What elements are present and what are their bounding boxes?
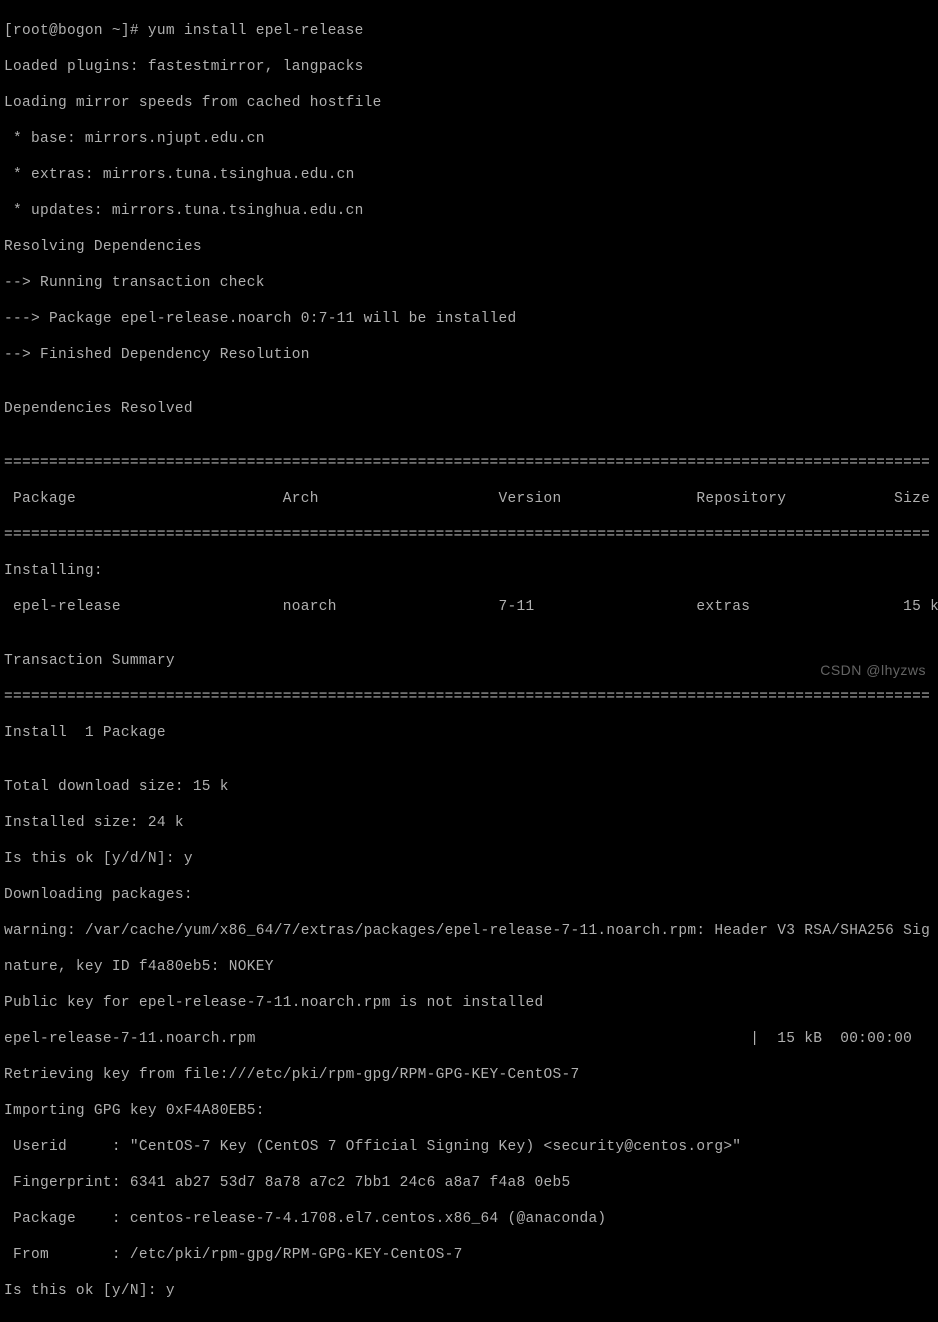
terminal-line: Transaction Summary [4,652,934,670]
terminal-line: Loaded plugins: fastestmirror, langpacks [4,58,934,76]
terminal-line: Package Arch Version Repository Size [4,490,934,508]
terminal-line: Is this ok [y/d/N]: y [4,850,934,868]
terminal-line: Resolving Dependencies [4,238,934,256]
terminal-line: ========================================… [4,454,934,472]
terminal-line: * updates: mirrors.tuna.tsinghua.edu.cn [4,202,934,220]
terminal-line: Public key for epel-release-7-11.noarch.… [4,994,934,1012]
terminal-line: Downloading packages: [4,886,934,904]
terminal-line: Fingerprint: 6341 ab27 53d7 8a78 a7c2 7b… [4,1174,934,1192]
terminal-line: epel-release noarch 7-11 extras 15 k [4,598,934,616]
terminal-line: Total download size: 15 k [4,778,934,796]
terminal-line: epel-release-7-11.noarch.rpm | 15 kB 00:… [4,1030,934,1048]
terminal-output[interactable]: [root@bogon ~]# yum install epel-release… [0,0,938,1322]
watermark-text: CSDN @lhyzws [820,661,926,679]
terminal-line: Installing: [4,562,934,580]
terminal-line: nature, key ID f4a80eb5: NOKEY [4,958,934,976]
terminal-line: Importing GPG key 0xF4A80EB5: [4,1102,934,1120]
terminal-line: From : /etc/pki/rpm-gpg/RPM-GPG-KEY-Cent… [4,1246,934,1264]
terminal-line: * base: mirrors.njupt.edu.cn [4,130,934,148]
terminal-line: [root@bogon ~]# yum install epel-release [4,22,934,40]
terminal-line: Loading mirror speeds from cached hostfi… [4,94,934,112]
terminal-line: * extras: mirrors.tuna.tsinghua.edu.cn [4,166,934,184]
terminal-line: --> Finished Dependency Resolution [4,346,934,364]
terminal-line: Install 1 Package [4,724,934,742]
terminal-line: Dependencies Resolved [4,400,934,418]
terminal-line: Userid : "CentOS-7 Key (CentOS 7 Officia… [4,1138,934,1156]
terminal-line: ---> Package epel-release.noarch 0:7-11 … [4,310,934,328]
terminal-line: warning: /var/cache/yum/x86_64/7/extras/… [4,922,934,940]
terminal-line: Is this ok [y/N]: y [4,1282,934,1300]
terminal-line: Package : centos-release-7-4.1708.el7.ce… [4,1210,934,1228]
terminal-line: ========================================… [4,526,934,544]
terminal-line: Retrieving key from file:///etc/pki/rpm-… [4,1066,934,1084]
terminal-line: ========================================… [4,688,934,706]
terminal-line: Installed size: 24 k [4,814,934,832]
terminal-line: --> Running transaction check [4,274,934,292]
